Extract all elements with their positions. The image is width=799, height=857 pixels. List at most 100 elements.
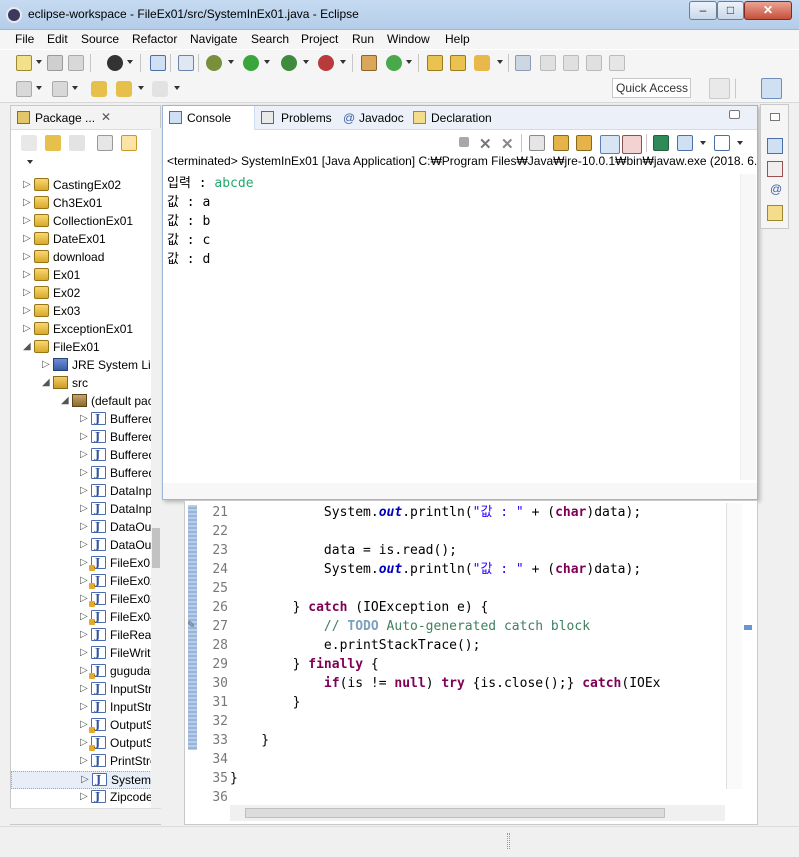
previous-annotation-icon[interactable] (52, 81, 68, 97)
forward-dropdown-icon[interactable] (174, 86, 180, 90)
save-icon[interactable] (47, 55, 63, 71)
console-scrollbar[interactable] (740, 174, 756, 480)
expand-toggle-icon[interactable]: ▷ (80, 665, 89, 676)
tree-item[interactable]: ▷FileWriter (11, 645, 160, 663)
coverage-icon[interactable] (281, 55, 297, 71)
console-hscrollbar[interactable] (163, 483, 757, 499)
previous-annotation-dropdown-icon[interactable] (72, 86, 78, 90)
expand-toggle-icon[interactable]: ▷ (80, 467, 89, 478)
expand-toggle-icon[interactable]: ▷ (80, 413, 89, 424)
menu-file[interactable]: File (15, 32, 34, 46)
tree-item[interactable]: ▷ Buffered (11, 447, 160, 465)
external-tools-icon[interactable] (318, 55, 334, 71)
console-output[interactable]: 입력 : abcde 값 : a 값 : b 값 : c 값 : d (167, 174, 737, 484)
expand-toggle-icon[interactable]: ▷ (80, 647, 89, 658)
link-with-editor-icon[interactable] (121, 135, 137, 151)
tree-item[interactable]: ▷SystemIn (11, 771, 160, 789)
forward-icon[interactable] (152, 81, 168, 97)
tree-item[interactable]: ▷ CastingEx02 (11, 177, 160, 195)
tree-item[interactable]: ▷ Ex02 (11, 285, 160, 303)
open-type-icon[interactable] (427, 55, 443, 71)
tree-item[interactable]: ▷FileEx03. (11, 591, 160, 609)
view-menu-icon[interactable] (27, 160, 33, 164)
word-wrap-icon[interactable] (586, 55, 602, 71)
tree-item[interactable]: ▷ DateEx01 (11, 231, 160, 249)
show-on-output-icon[interactable] (600, 135, 620, 154)
tree-item[interactable]: ▷ download (11, 249, 160, 267)
expand-toggle-icon[interactable]: ▷ (80, 521, 89, 532)
expand-toggle-icon[interactable]: ▷ (23, 233, 32, 244)
tab-javadoc[interactable]: @ Javadoc (341, 106, 411, 130)
expand-toggle-icon[interactable]: ▷ (23, 251, 32, 262)
new-java-package-icon[interactable] (361, 55, 377, 71)
tree-item[interactable]: ▷DataInpu (11, 501, 160, 519)
new-dropdown-icon[interactable] (36, 60, 42, 64)
pin-console-icon[interactable] (653, 135, 669, 151)
menu-refactor[interactable]: Refactor (132, 32, 177, 46)
overview-ruler-task-marker[interactable] (744, 625, 752, 630)
display-console-icon[interactable] (677, 135, 693, 151)
tree-item[interactable]: ▷FileEx01. (11, 555, 160, 573)
clear-console-icon[interactable] (576, 135, 592, 151)
expand-toggle-icon[interactable]: ▷ (80, 557, 89, 568)
search-icon[interactable] (474, 55, 490, 71)
breakpoint-icon[interactable] (178, 55, 194, 71)
menu-help[interactable]: Help (445, 32, 470, 46)
open-console-dropdown-icon[interactable] (737, 141, 743, 145)
maximize-button[interactable]: □ (717, 1, 744, 20)
tree-item[interactable]: ▷ CollectionEx01 (11, 213, 160, 231)
show-whitespace-icon[interactable] (609, 55, 625, 71)
last-edit-location-icon[interactable] (91, 81, 107, 97)
expand-toggle-icon[interactable]: ▷ (80, 791, 89, 802)
expand-toggle-icon[interactable]: ▷ (23, 323, 32, 334)
tree-item[interactable]: ▷ Ch3Ex01 (11, 195, 160, 213)
expand-toggle-icon[interactable]: ▷ (80, 611, 89, 622)
tree-item[interactable]: ▷OutputSt (11, 717, 160, 735)
minimize-view-icon[interactable] (729, 110, 740, 119)
collapse-all-icon[interactable] (97, 135, 113, 151)
editor-hscrollbar[interactable] (230, 805, 725, 821)
user-icon[interactable] (107, 55, 123, 71)
expand-toggle-icon[interactable]: ▷ (80, 737, 89, 748)
new-icon[interactable] (16, 55, 32, 71)
menu-project[interactable]: Project (301, 32, 338, 46)
tab-console[interactable]: Console (163, 106, 255, 130)
debug-dropdown-icon[interactable] (228, 60, 234, 64)
minimize-button[interactable]: – (689, 1, 717, 20)
expand-toggle-icon[interactable]: ▷ (80, 593, 89, 604)
menu-edit[interactable]: Edit (47, 32, 68, 46)
expand-toggle-icon[interactable]: ▷ (23, 269, 32, 280)
expand-toggle-icon[interactable]: ▷ (80, 485, 89, 496)
menu-search[interactable]: Search (251, 32, 289, 46)
expand-toggle-icon[interactable]: ▷ (23, 197, 32, 208)
user-dropdown-icon[interactable] (127, 60, 133, 64)
back-dropdown-icon[interactable] (138, 86, 144, 90)
tree-item[interactable]: ▷FileEx04. (11, 609, 160, 627)
tree-item[interactable]: ▷PrintStrea (11, 753, 160, 771)
tree-item[interactable]: ◢ src (11, 375, 160, 393)
up-icon[interactable] (69, 135, 85, 151)
new-java-class-icon[interactable] (386, 55, 402, 71)
menu-source[interactable]: Source (81, 32, 119, 46)
tab-declaration[interactable]: Declaration (411, 106, 501, 130)
search-dropdown-icon[interactable] (497, 60, 503, 64)
expand-toggle-icon[interactable]: ▷ (80, 431, 89, 442)
expand-toggle-icon[interactable]: ▷ (23, 305, 32, 316)
tree-item[interactable]: ▷InputStre (11, 699, 160, 717)
close-icon[interactable]: ✕ (101, 110, 111, 124)
editor-text-area[interactable]: System.out.println("값 : " + (char)data);… (230, 503, 725, 808)
expand-toggle-icon[interactable]: ▷ (80, 701, 89, 712)
open-task-icon[interactable] (450, 55, 466, 71)
package-explorer-tab[interactable]: Package ... ✕ (11, 106, 160, 130)
remove-all-terminated-icon[interactable]: ✕ (501, 135, 517, 153)
debug-icon[interactable] (206, 55, 222, 71)
tree-item[interactable]: ▷ Buffered (11, 429, 160, 447)
new-java-class-dropdown-icon[interactable] (406, 60, 412, 64)
terminal-icon[interactable] (150, 55, 166, 71)
expand-toggle-icon[interactable]: ▷ (80, 503, 89, 514)
tree-item[interactable]: ▷FileEx02. (11, 573, 160, 591)
expand-toggle-icon[interactable]: ▷ (81, 774, 90, 785)
expand-toggle-icon[interactable]: ▷ (80, 575, 89, 586)
tree-item[interactable]: ▷OutputSt (11, 735, 160, 753)
forward-icon[interactable] (45, 135, 61, 151)
